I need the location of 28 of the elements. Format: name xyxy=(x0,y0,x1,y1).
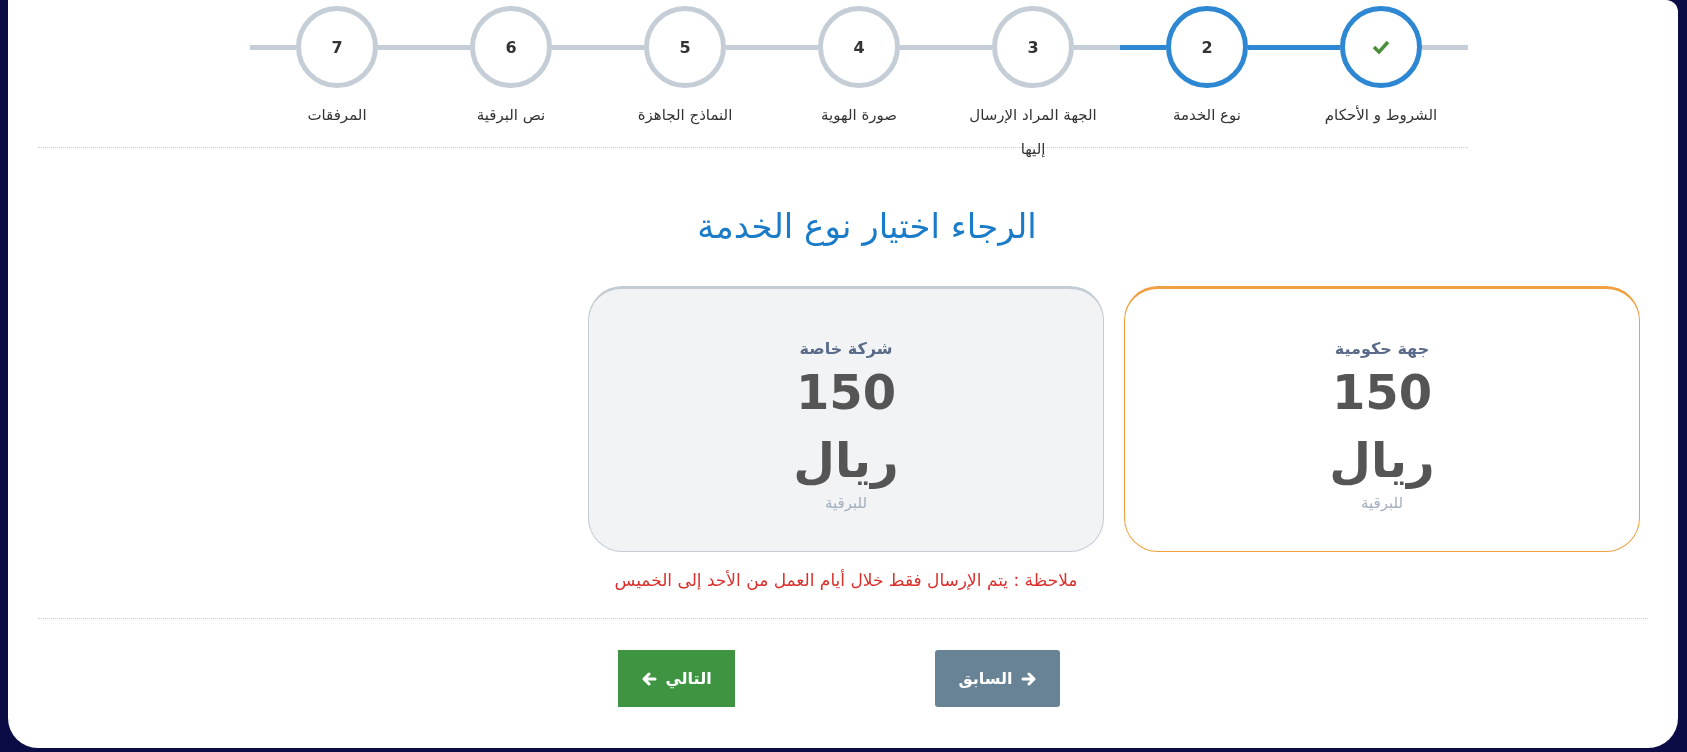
previous-button[interactable]: السابق xyxy=(935,650,1060,707)
option-price: 150 xyxy=(795,362,897,422)
option-currency: ريال xyxy=(793,430,899,491)
option-price: 150 xyxy=(1331,362,1433,422)
step-label: نوع الخدمة xyxy=(1172,105,1242,126)
step-label: النماذج الجاهزة xyxy=(636,105,734,127)
option-currency: ريال xyxy=(1329,430,1435,491)
option-unit: للبرقية xyxy=(824,493,868,512)
option-title: جهة حكومية xyxy=(1334,338,1430,358)
page-heading: الرجاء اختيار نوع الخدمة xyxy=(696,206,1038,246)
step-number: 4 xyxy=(853,37,865,57)
arrow-icon xyxy=(1020,671,1037,686)
step-number: 2 xyxy=(1201,37,1213,57)
step-label: نص البرقية xyxy=(475,105,547,126)
step-label: المرفقات xyxy=(306,105,368,126)
option-title: شركة خاصة xyxy=(799,338,893,358)
step-number: 7 xyxy=(331,37,343,57)
step-number: 6 xyxy=(505,37,517,57)
step-label: الشروط و الأحكام xyxy=(1323,104,1439,126)
option-unit: للبرقية xyxy=(1360,493,1404,512)
check-icon xyxy=(1372,40,1390,54)
note-text: ملاحظة : يتم الإرسال فقط خلال أيام العمل من الأحد إلى الخميس xyxy=(613,570,1079,592)
step-label: صورة الهوية xyxy=(820,105,898,126)
next-button[interactable]: التالي xyxy=(618,650,735,707)
step-number: 5 xyxy=(679,37,691,57)
step-label: الجهة المراد الإرسال إليها xyxy=(968,105,1098,160)
arrow-icon xyxy=(641,671,658,686)
step-number: 3 xyxy=(1027,37,1039,57)
